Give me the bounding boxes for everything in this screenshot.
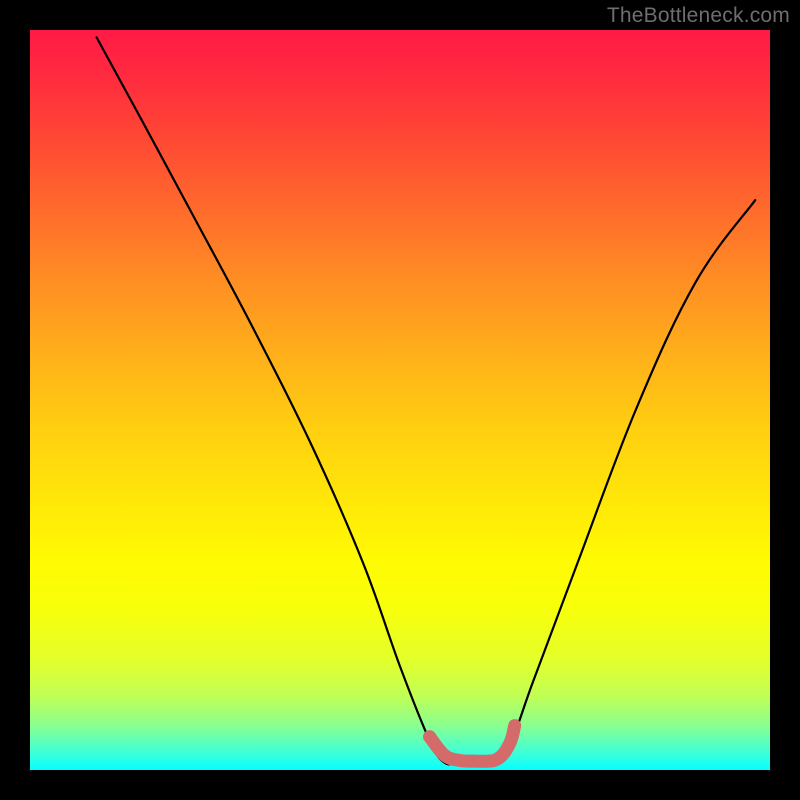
chart-container: TheBottleneck.com xyxy=(0,0,800,800)
highlight-start-dot xyxy=(423,730,436,743)
plot-area xyxy=(30,30,770,770)
curve-svg xyxy=(30,30,770,770)
watermark-text: TheBottleneck.com xyxy=(607,4,790,28)
series-bottleneck-curve xyxy=(97,37,756,764)
highlight-minimum-band xyxy=(430,726,515,762)
